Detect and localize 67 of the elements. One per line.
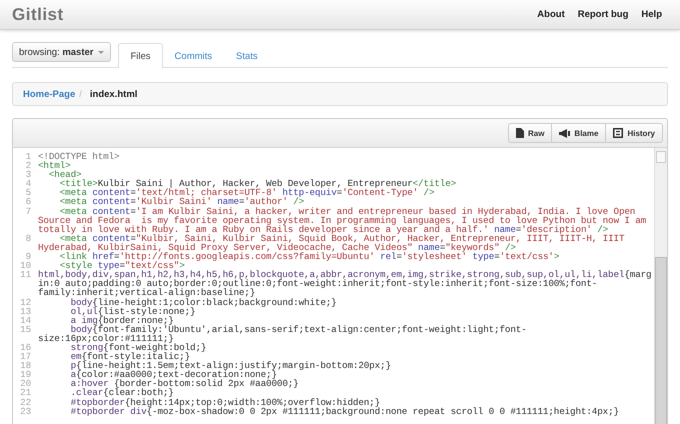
tab[interactable]: Commits xyxy=(162,43,224,68)
app-title[interactable]: Gitlist xyxy=(12,4,64,24)
line-number: 7 xyxy=(24,206,31,219)
line-number: 21 xyxy=(19,388,31,398)
line-number: 14 xyxy=(19,316,31,325)
code-line: body{line-height:1;color:black;background:white;} xyxy=(70,298,338,307)
code-line: p{line-height:1.5em;text-align:justify;margin-bottom:20px;} xyxy=(70,361,392,370)
code-line: a{color:#aa0000;text-decoration:none;} xyxy=(70,370,277,380)
code-line: <head> xyxy=(48,170,82,180)
line-number: 4 xyxy=(24,179,31,188)
tab[interactable]: Files xyxy=(118,43,163,68)
file-action-button[interactable]: Raw xyxy=(508,123,552,143)
code-line: strong{font-weight:bold;} xyxy=(70,342,208,352)
line-number: 17 xyxy=(19,352,31,362)
line-number: 23 xyxy=(19,406,31,416)
code-line: <meta content='I am Kulbir Saini, a hacker, writer and entrepreneur based in Hyderabad, India. I love Open Source and Fedora is my favorite operating system. In programming languages, I used to love Python but now I am totally in love with Ruby. I am a Ruby on Rails developer since a year and a half.' name='description' /> xyxy=(38,206,648,234)
nav-link[interactable]: Help xyxy=(641,9,662,20)
tab[interactable]: Stats xyxy=(224,43,270,68)
megaphone-icon xyxy=(559,128,570,138)
line-number: 5 xyxy=(24,188,31,198)
line-number: 11 xyxy=(19,270,31,282)
line-number: 12 xyxy=(19,298,31,307)
scroll-up-icon[interactable] xyxy=(656,151,666,163)
scrollbar[interactable] xyxy=(654,148,667,424)
line-number: 22 xyxy=(19,398,31,407)
nav-link[interactable]: About xyxy=(537,9,565,20)
line-number: 20 xyxy=(19,379,31,388)
code-line: em{font-style:italic;} xyxy=(70,352,190,362)
current-file-name: index.html xyxy=(90,88,138,100)
line-number: 2 xyxy=(24,161,31,170)
code-line: #topborder{height:14px;top:0;width:100%;overflow:hidden;} xyxy=(70,398,380,407)
document-icon xyxy=(516,128,524,138)
line-number: 16 xyxy=(19,342,31,352)
line-number: 13 xyxy=(19,306,31,316)
line-number: 18 xyxy=(19,361,31,370)
caret-icon xyxy=(98,50,104,54)
code-line: <meta content='text/html; charset=UTF-8' http-equiv='Content-Type' /> xyxy=(58,188,436,198)
code-line: ol,ul{list-style:none;} xyxy=(70,306,196,316)
file-action-button[interactable]: Blame xyxy=(551,123,606,143)
code-line: a:hover {border-bottom:solid 2px #aa0000;} xyxy=(70,379,300,388)
line-number: 6 xyxy=(24,197,31,207)
code-line: <meta content='Kulbir Saini' name='author' /> xyxy=(58,197,304,207)
nav-link[interactable]: Report bug xyxy=(578,9,628,20)
code-line: <style type="text/css"> xyxy=(60,261,185,270)
code-line: #topborder div{-moz-box-shadow:0 0 2px #111111;background:none repeat scroll 0 0 #111111;height:4px;} xyxy=(70,406,620,416)
list-icon xyxy=(613,128,624,138)
branch-dropdown[interactable]: browsing: master xyxy=(12,42,112,62)
code-line: <!DOCTYPE html> xyxy=(38,152,120,162)
line-number: 19 xyxy=(19,370,31,380)
code-line: <title>Kulbir Saini | Author, Hacker, Web Developer, Entrepreneur</title> xyxy=(58,179,458,188)
code-line: <html> xyxy=(38,161,71,170)
breadcrumb-link[interactable]: Home-Page xyxy=(23,88,76,100)
line-number: 8 xyxy=(24,234,31,246)
line-number: 10 xyxy=(19,261,31,270)
line-number: 1 xyxy=(24,152,31,162)
line-number: 9 xyxy=(26,252,31,262)
code-line: <link href='http://fonts.googleapis.com/css?family=Ubuntu' rel='stylesheet' type='text/css'> xyxy=(60,252,560,262)
code-line: body{font-family:'Ubuntu',arial,sans-serif;text-align:center;font-weight:light;font-size:16px;color:#111111;} xyxy=(38,324,528,343)
code-line: <meta content="Kulbir, Saini, Kulbir Saini, Squid Book, Author, Hacker, Entrepreneur, IIIT, IIIT-H, IIIT Hyderabad, KulbirSaini, Squid Proxy Server, Videocache, Cache Videos" name="keywords" /> xyxy=(38,234,626,252)
file-action-button[interactable]: History xyxy=(605,123,663,143)
breadcrumb-separator: / xyxy=(79,88,82,100)
code-line: .clear{clear:both;} xyxy=(70,388,174,398)
scrollbar-thumb[interactable] xyxy=(655,257,667,424)
code-line: a img{border:none;} xyxy=(70,316,174,325)
code-line: html,body,div,span,h1,h2,h3,h4,h5,h6,p,blockquote,a,abbr,acronym,em,img,strike,strong,sub,sup,ol,ul,li,label{margin:0 auto;padding:0 auto;border:0;outline:0;font-weight:inherit;font-style:inherit;font-size:100%;font-family:inherit;vertical-align:baseline;} xyxy=(38,270,652,298)
line-number: 3 xyxy=(24,170,31,180)
line-number: 15 xyxy=(19,324,31,337)
